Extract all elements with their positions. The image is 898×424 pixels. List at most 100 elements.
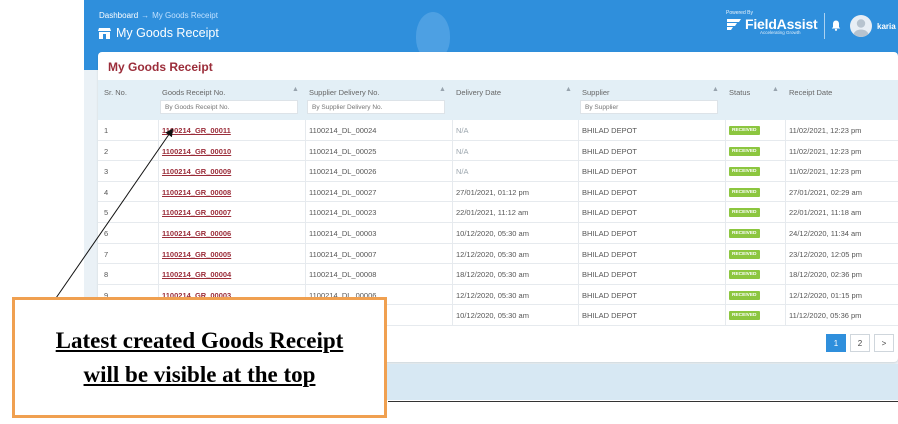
column-header-sr-no: Sr. No. <box>104 88 127 97</box>
cell-delivery-date: 12/12/2020, 05:30 am <box>456 249 529 259</box>
column-divider <box>725 120 726 141</box>
cell-sr-no: 3 <box>104 167 109 177</box>
goods-receipt-link[interactable]: 1100214_GR_00005 <box>162 250 231 259</box>
status-badge: RECEIVED <box>729 249 760 259</box>
cell-sr-no: 5 <box>104 208 109 218</box>
column-divider <box>725 305 726 326</box>
column-divider <box>578 264 579 285</box>
sort-icon[interactable]: ▲ <box>712 86 719 93</box>
column-divider <box>785 181 786 203</box>
table-row: 4 1100214_GR_00008 1100214_DL_00027 27/01/2… <box>98 181 898 203</box>
filter-goods-receipt-no-input[interactable] <box>160 100 298 114</box>
column-divider <box>725 243 726 265</box>
bell-icon[interactable] <box>831 20 841 31</box>
page-1-button[interactable]: 1 <box>826 334 846 352</box>
brand-tagline: Accelerating Growth <box>760 30 801 35</box>
goods-receipt-link[interactable]: 1100214_GR_00006 <box>162 229 231 238</box>
column-divider <box>158 223 159 244</box>
column-divider <box>158 243 159 265</box>
column-divider <box>578 120 579 141</box>
cell-sr-no: 2 <box>104 146 109 156</box>
goods-receipt-link[interactable]: 1100214_GR_00007 <box>162 208 231 217</box>
goods-receipt-link[interactable]: 1100214_GR_00008 <box>162 188 231 197</box>
cell-receipt-date: 11/12/2020, 05:36 pm <box>789 311 862 321</box>
column-divider <box>452 202 453 223</box>
cell-receipt-date: 18/12/2020, 02:36 pm <box>789 270 862 280</box>
sort-icon[interactable]: ▲ <box>772 86 779 93</box>
screenshot-stage: Dashboard → My Goods Receipt My Goods Rece… <box>0 0 898 424</box>
column-divider <box>305 223 306 244</box>
filter-supplier-delivery-no-input[interactable] <box>307 100 445 114</box>
column-divider <box>452 284 453 306</box>
status-badge: RECEIVED <box>729 311 760 321</box>
column-divider <box>452 161 453 182</box>
breadcrumb-separator: → <box>141 11 150 20</box>
cell-supplier: BHILAD DEPOT <box>582 187 638 197</box>
column-header-goods-receipt-no[interactable]: Goods Receipt No. <box>162 88 225 97</box>
sort-icon[interactable]: ▲ <box>565 86 572 93</box>
store-icon <box>98 28 111 39</box>
column-divider <box>452 181 453 203</box>
cell-delivery-date: 12/12/2020, 05:30 am <box>456 290 529 300</box>
sort-icon[interactable]: ▲ <box>292 86 299 93</box>
cell-receipt-date: 11/02/2021, 12:23 pm <box>789 167 862 177</box>
column-divider <box>305 202 306 223</box>
column-header-delivery-date[interactable]: Delivery Date <box>456 88 501 97</box>
column-divider <box>158 264 159 285</box>
status-badge: RECEIVED <box>729 290 760 300</box>
brand-logo: Powered By FieldAssist Accelerating Grow… <box>726 10 818 35</box>
cell-supplier-delivery-no: 1100214_DL_00026 <box>309 167 377 177</box>
filter-supplier-input[interactable] <box>580 100 718 114</box>
cell-supplier: BHILAD DEPOT <box>582 126 638 135</box>
table-row: 7 1100214_GR_00005 1100214_DL_00007 12/12/2… <box>98 243 898 265</box>
column-divider <box>578 243 579 265</box>
breadcrumb-dashboard-link[interactable]: Dashboard <box>99 11 138 20</box>
goods-receipt-link[interactable]: 1100214_GR_00010 <box>162 147 231 156</box>
breadcrumb-current: My Goods Receipt <box>152 11 218 20</box>
cell-receipt-date: 22/01/2021, 11:18 am <box>789 208 862 218</box>
column-divider <box>452 120 453 141</box>
table-row: 8 1100214_GR_00004 1100214_DL_00008 18/12/2… <box>98 264 898 285</box>
column-divider <box>578 181 579 203</box>
table-row: 5 1100214_GR_00007 1100214_DL_00023 22/01/2… <box>98 202 898 223</box>
goods-receipt-link[interactable]: 1100214_GR_00009 <box>162 167 231 176</box>
cell-supplier-delivery-no: 1100214_DL_00025 <box>309 146 377 156</box>
cell-supplier: BHILAD DEPOT <box>582 290 638 300</box>
column-divider <box>452 264 453 285</box>
cell-receipt-date: 27/01/2021, 02:29 am <box>789 187 862 197</box>
cell-delivery-date: 10/12/2020, 05:30 am <box>456 229 529 238</box>
column-header-status[interactable]: Status <box>729 88 750 97</box>
column-divider <box>578 140 579 162</box>
column-divider <box>785 243 786 265</box>
pagination: 1 2 > <box>826 334 894 352</box>
status-badge: RECEIVED <box>729 229 760 238</box>
column-divider <box>785 202 786 223</box>
sort-icon[interactable]: ▲ <box>439 86 446 93</box>
user-avatar[interactable] <box>850 15 872 37</box>
column-divider <box>158 120 159 141</box>
column-divider <box>578 223 579 244</box>
column-divider <box>158 140 159 162</box>
powered-by-label: Powered By <box>726 10 753 16</box>
page-2-button[interactable]: 2 <box>850 334 870 352</box>
column-header-supplier-delivery-no[interactable]: Supplier Delivery No. <box>309 88 379 97</box>
column-divider <box>785 140 786 162</box>
cell-supplier: BHILAD DEPOT <box>582 208 638 218</box>
user-name[interactable]: karia <box>877 22 896 31</box>
column-divider <box>452 305 453 326</box>
cell-sr-no: 1 <box>104 126 109 135</box>
annotation-callout: Latest created Goods Receipt will be vis… <box>12 297 387 418</box>
next-page-button[interactable]: > <box>874 334 894 352</box>
cell-sr-no: 6 <box>104 229 109 238</box>
column-header-supplier[interactable]: Supplier <box>582 88 610 97</box>
column-divider <box>785 223 786 244</box>
cell-supplier: BHILAD DEPOT <box>582 249 638 259</box>
table-header: Sr. No. Goods Receipt No. ▲ Supplier Del… <box>98 80 898 120</box>
goods-receipt-link[interactable]: 1100214_GR_00011 <box>162 126 231 135</box>
goods-receipt-link[interactable]: 1100214_GR_00004 <box>162 270 231 279</box>
status-badge: RECEIVED <box>729 208 760 218</box>
user-avatar-icon <box>853 19 869 37</box>
document-rule <box>388 401 898 402</box>
cell-supplier-delivery-no: 1100214_DL_00024 <box>309 126 377 135</box>
column-divider <box>785 305 786 326</box>
